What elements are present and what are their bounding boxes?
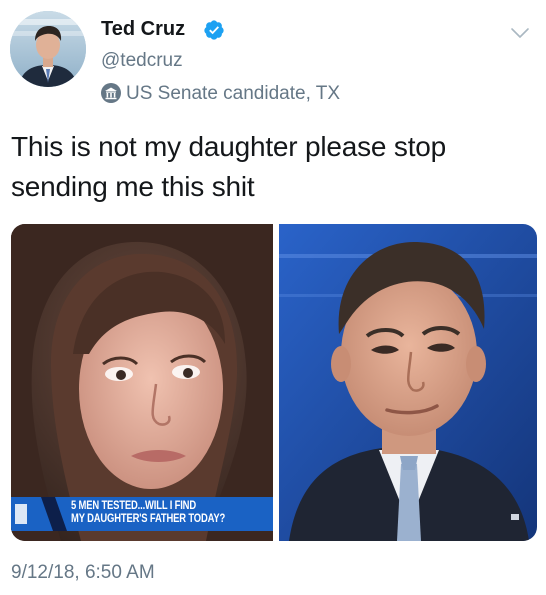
media-photo-left[interactable]: 5 MEN TESTED...WILL I FIND MY DAUGHTER'S… [11, 224, 273, 541]
government-building-icon [101, 83, 121, 103]
display-name[interactable]: Ted Cruz [101, 18, 185, 41]
media-photo-right[interactable] [279, 224, 537, 541]
verified-badge-icon [204, 20, 224, 40]
avatar[interactable] [10, 11, 86, 87]
man-photo [279, 224, 537, 541]
woman-photo [11, 224, 273, 541]
tweet-media[interactable]: 5 MEN TESTED...WILL I FIND MY DAUGHTER'S… [11, 224, 537, 541]
government-label-text: US Senate candidate, TX [126, 83, 341, 104]
tweet-text-line: sending me this shit [11, 171, 255, 202]
tweet-timestamp[interactable]: 9/12/18, 6:50 AM [11, 562, 155, 584]
handle[interactable]: @tedcruz [101, 50, 183, 72]
avatar-photo [10, 11, 86, 87]
tweet-card: Ted Cruz @tedcruz US Senate candidate, T… [0, 0, 546, 595]
tv-chyron: 5 MEN TESTED...WILL I FIND MY DAUGHTER'S… [71, 500, 225, 526]
chyron-line: MY DAUGHTER'S FATHER TODAY? [71, 513, 226, 525]
chyron-line: 5 MEN TESTED...WILL I FIND [71, 500, 196, 512]
tweet-text-line: This is not my daughter please stop [11, 131, 447, 162]
chevron-down-icon[interactable] [509, 26, 531, 40]
tweet-text: This is not my daughter please stop send… [11, 127, 531, 207]
